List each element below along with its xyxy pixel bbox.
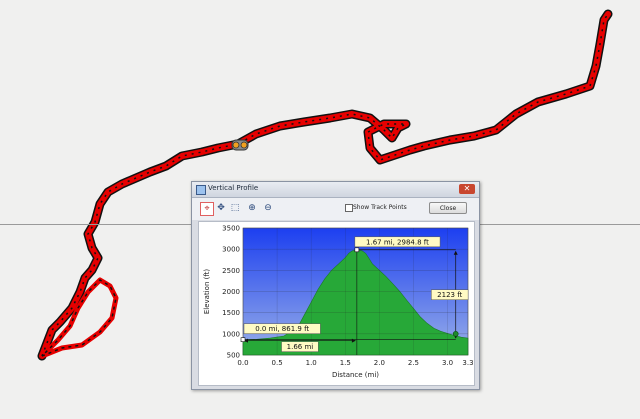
zoom-out-icon[interactable]: ⊖ bbox=[262, 202, 274, 214]
profile-plot-panel[interactable]: 500 1000 1500 2000 2500 3000 3500 0.0 0.5 1.0 1.5 2… bbox=[198, 221, 475, 386]
x-tick-label: 3.3 bbox=[462, 359, 473, 367]
end-marker[interactable] bbox=[452, 331, 459, 337]
x-tick-label: 1.5 bbox=[340, 359, 351, 367]
select-crosshair-icon[interactable]: ⌖ bbox=[200, 202, 214, 216]
window-titlebar[interactable]: Vertical Profile ✕ bbox=[192, 182, 479, 198]
distance-label: 1.66 mi bbox=[287, 343, 314, 351]
x-tick-label: 2.5 bbox=[408, 359, 419, 367]
elevation-chart[interactable]: 5001000150020002500300035000.0 0.5 1.0 1.5 2… bbox=[199, 222, 474, 385]
current-position-marker[interactable] bbox=[231, 139, 249, 151]
profile-icon bbox=[196, 185, 206, 195]
start-marker[interactable] bbox=[240, 337, 246, 342]
x-tick-label: 2.0 bbox=[374, 359, 385, 367]
x-tick-label: 1.0 bbox=[306, 359, 317, 367]
zoom-in-icon[interactable]: ⊕ bbox=[246, 202, 258, 214]
x-tick-label: 0.5 bbox=[272, 359, 283, 367]
y-tick-label: 1500 bbox=[222, 309, 240, 317]
x-tick-label: 3.0 bbox=[442, 359, 453, 367]
close-button[interactable]: Close bbox=[429, 202, 467, 214]
pan-icon[interactable]: ✥ bbox=[215, 202, 227, 214]
peak-marker[interactable] bbox=[354, 247, 360, 253]
x-tick-label: 0.0 bbox=[237, 359, 248, 367]
vertical-profile-window[interactable]: Vertical Profile ✕ ⌖ ✥ ⬚ ⊕ ⊖ Show Track … bbox=[191, 181, 480, 390]
show-track-points-checkbox[interactable] bbox=[345, 204, 353, 212]
show-track-points-label[interactable]: Show Track Points bbox=[353, 204, 407, 211]
y-axis-label: Elevation (ft) bbox=[203, 269, 211, 315]
window-title: Vertical Profile bbox=[208, 184, 259, 192]
zoom-box-icon[interactable]: ⬚ bbox=[229, 202, 241, 214]
y-tick-label: 3500 bbox=[222, 225, 240, 233]
y-tick-label: 1000 bbox=[222, 330, 240, 338]
profile-toolbar: ⌖ ✥ ⬚ ⊕ ⊖ Show Track Points Close bbox=[192, 198, 479, 220]
x-axis-label: Distance (mi) bbox=[332, 371, 379, 379]
peak-label: 1.67 mi, 2984.8 ft bbox=[366, 238, 429, 246]
gain-label: 2123 ft bbox=[437, 291, 462, 299]
close-icon[interactable]: ✕ bbox=[459, 184, 475, 194]
start-label: 0.0 mi, 861.9 ft bbox=[255, 325, 309, 333]
y-tick-label: 2000 bbox=[222, 288, 240, 296]
y-tick-label: 2500 bbox=[222, 267, 240, 275]
y-tick-label: 3000 bbox=[222, 246, 240, 254]
